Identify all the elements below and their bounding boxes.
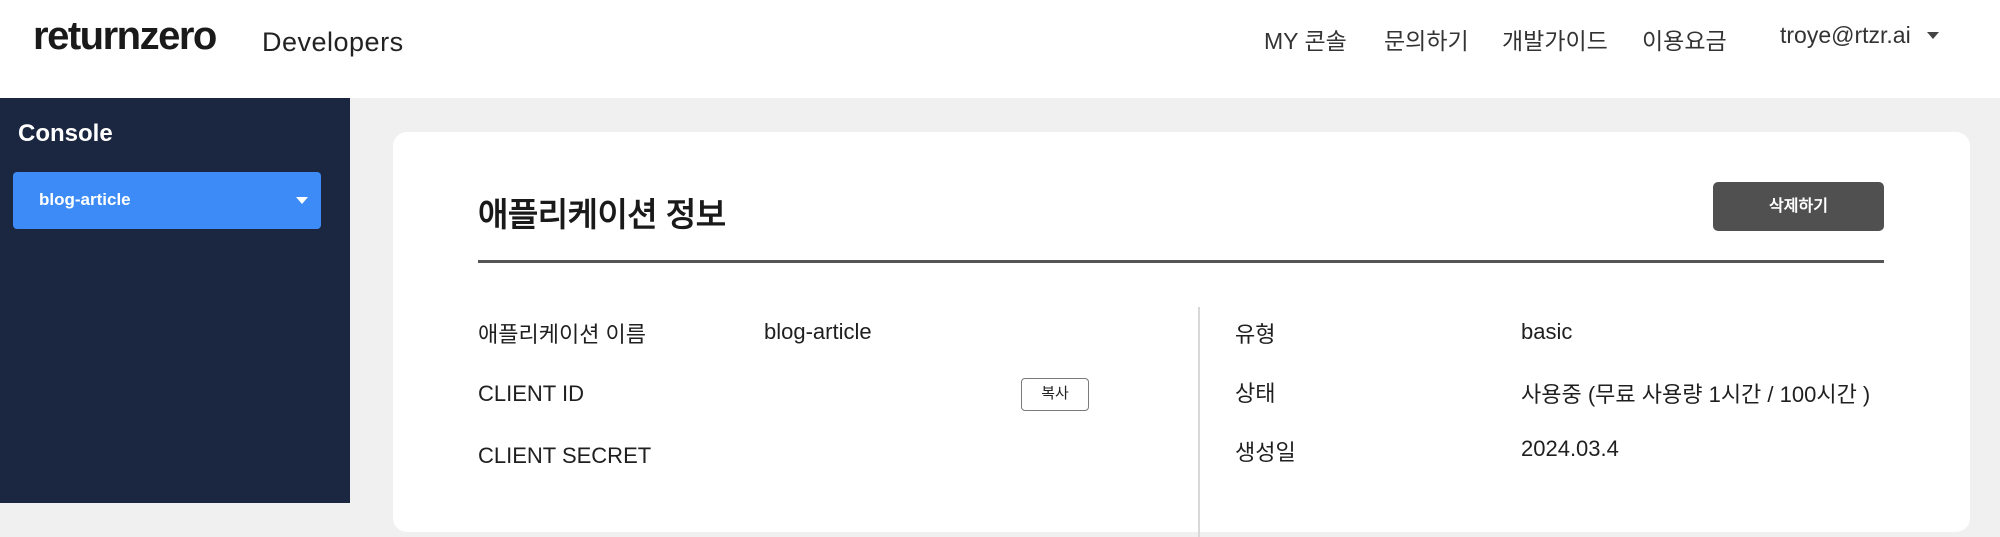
nav-my-console[interactable]: MY 콘솔 bbox=[1264, 22, 1347, 56]
top-navigation-bar: returnzero Developers MY 콘솔 문의하기 개발가이드 이… bbox=[0, 0, 2000, 98]
created-date-label: 생성일 bbox=[1235, 440, 1296, 465]
client-id-label: CLIENT ID bbox=[478, 381, 584, 406]
app-name-label: 애플리케이션 이름 bbox=[478, 322, 647, 347]
chevron-down-icon[interactable] bbox=[1927, 32, 1939, 39]
title-divider bbox=[478, 260, 1884, 263]
selected-application-label: blog-article bbox=[39, 190, 131, 209]
application-select[interactable]: blog-article bbox=[13, 172, 321, 229]
status-label: 상태 bbox=[1235, 381, 1276, 406]
type-label: 유형 bbox=[1235, 322, 1276, 347]
copy-client-id-button[interactable]: 복사 bbox=[1021, 378, 1089, 411]
developers-label: Developers bbox=[262, 27, 404, 57]
nav-dev-guide[interactable]: 개발가이드 bbox=[1502, 22, 1608, 56]
delete-button[interactable]: 삭제하기 bbox=[1713, 182, 1884, 231]
created-date-value: 2024.03.4 bbox=[1521, 436, 1619, 461]
user-account-menu[interactable]: troye@rtzr.ai bbox=[1780, 22, 1911, 49]
app-name-value: blog-article bbox=[764, 319, 872, 344]
nav-inquiry[interactable]: 문의하기 bbox=[1384, 22, 1469, 56]
application-info-card: 애플리케이션 정보 삭제하기 애플리케이션 이름 blog-article CL… bbox=[393, 132, 1970, 537]
console-sidebar: Console blog-article bbox=[0, 98, 350, 503]
client-secret-label: CLIENT SECRET bbox=[478, 443, 652, 468]
chevron-down-icon bbox=[296, 197, 308, 204]
sidebar-title: Console bbox=[18, 120, 113, 147]
nav-pricing[interactable]: 이용요금 bbox=[1642, 22, 1727, 56]
returnzero-logo[interactable]: returnzero bbox=[33, 14, 217, 59]
page-title: 애플리케이션 정보 bbox=[478, 196, 726, 233]
status-value: 사용중 (무료 사용량 1시간 / 100시간 ) bbox=[1521, 382, 1871, 407]
type-value: basic bbox=[1521, 319, 1573, 344]
